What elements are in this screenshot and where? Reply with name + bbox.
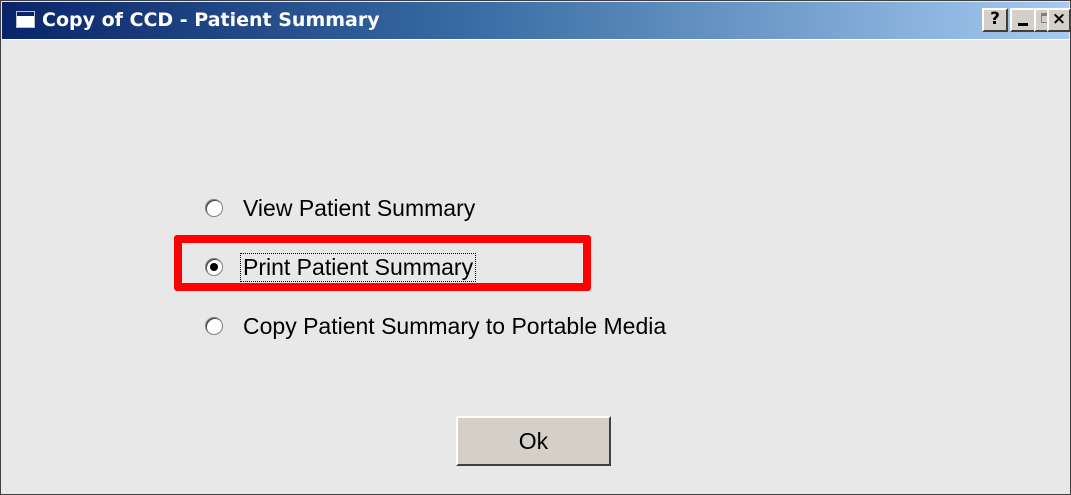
minimize-button[interactable] [1010,8,1036,32]
window-icon [16,11,35,28]
option-view-patient-summary[interactable]: View Patient Summary [205,193,477,223]
option-label: Print Patient Summary [239,252,477,282]
option-copy-to-portable-media[interactable]: Copy Patient Summary to Portable Media [205,311,668,341]
title-bar[interactable]: Copy of CCD - Patient Summary ? × [2,2,1071,39]
radio-button[interactable] [205,199,223,217]
option-label: View Patient Summary [243,194,476,221]
close-button[interactable]: × [1047,8,1071,32]
help-button[interactable]: ? [982,8,1008,32]
option-label: Copy Patient Summary to Portable Media [243,312,667,339]
dialog-window: Copy of CCD - Patient Summary ? × View P… [0,0,1071,495]
radio-button-selected[interactable] [205,258,223,276]
dialog-content: View Patient Summary Print Patient Summa… [2,39,1069,493]
window-title: Copy of CCD - Patient Summary [42,9,380,31]
minimize-icon [1018,23,1028,26]
radio-button[interactable] [205,317,223,335]
option-print-patient-summary[interactable]: Print Patient Summary [205,252,477,282]
ok-button[interactable]: Ok [456,416,611,466]
